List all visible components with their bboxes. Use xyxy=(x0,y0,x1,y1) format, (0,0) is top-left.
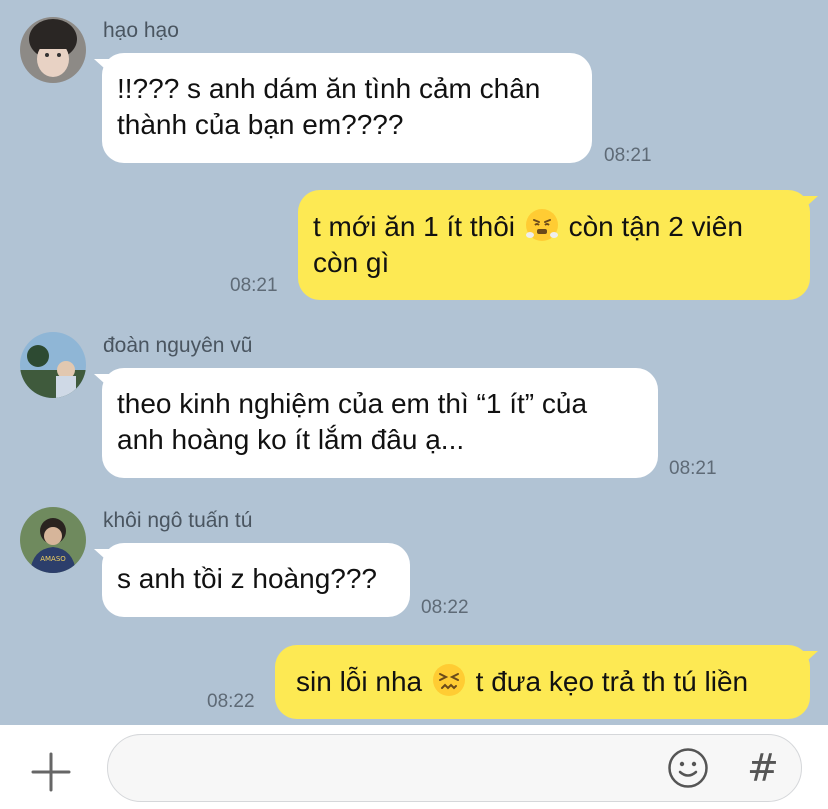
message-line: t mới ăn 1 ít thôi còn tận 2 viên xyxy=(313,208,794,245)
message-text: t mới ăn 1 ít thôi xyxy=(313,211,516,242)
message-line: sin lỗi nha t đưa kẹo trả th tú liền xyxy=(296,663,794,700)
emoji-button[interactable] xyxy=(667,747,709,789)
message-bubble[interactable]: sin lỗi nha t đưa kẹo trả th tú liền xyxy=(275,645,810,719)
message-text: còn gì xyxy=(313,247,390,278)
sender-name: hạo hạo xyxy=(103,19,179,42)
message-time: 08:21 xyxy=(230,275,278,296)
message-time: 08:22 xyxy=(207,691,255,712)
message-time: 08:21 xyxy=(604,145,652,166)
message-text: t đưa kẹo trả th tú liền xyxy=(475,666,749,697)
message-bubble[interactable]: t mới ăn 1 ít thôi còn tận 2 viên còn gì xyxy=(298,190,810,300)
hashtag-button[interactable]: # xyxy=(747,746,779,790)
message-text: anh hoàng ko ít lắm đâu ạ... xyxy=(117,424,465,455)
huffing-face-icon xyxy=(525,208,559,242)
avatar[interactable] xyxy=(20,332,86,398)
message-bubble[interactable]: theo kinh nghiệm của em thì “1 ít” của a… xyxy=(102,368,658,478)
message-text: còn tận 2 viên xyxy=(568,211,743,242)
plus-icon xyxy=(31,752,71,792)
svg-text:AMASO: AMASO xyxy=(40,555,66,563)
confounded-face-icon xyxy=(432,663,466,697)
sender-name: đoàn nguyên vũ xyxy=(103,334,253,357)
message-text: !!??? s anh dám ăn tình cảm chân xyxy=(117,73,541,104)
message-bubble[interactable]: !!??? s anh dám ăn tình cảm chân thành c… xyxy=(102,53,592,163)
avatar[interactable] xyxy=(20,17,86,83)
add-attachment-button[interactable] xyxy=(31,752,71,792)
message-time: 08:22 xyxy=(421,597,469,618)
sender-name: khôi ngô tuấn tú xyxy=(103,509,253,532)
chat-area[interactable]: hạo hạo !!??? s anh dám ăn tình cảm chân… xyxy=(0,0,828,725)
message-time: 08:21 xyxy=(669,458,717,479)
smiley-icon xyxy=(668,748,708,788)
message-text: sin lỗi nha xyxy=(296,666,423,697)
avatar[interactable]: AMASO xyxy=(20,507,86,573)
message-text: thành của bạn em???? xyxy=(117,109,404,140)
message-bubble[interactable]: s anh tồi z hoàng??? xyxy=(102,543,410,617)
message-text: theo kinh nghiệm của em thì “1 ít” của xyxy=(117,388,588,419)
message-text: s anh tồi z hoàng??? xyxy=(117,563,377,594)
